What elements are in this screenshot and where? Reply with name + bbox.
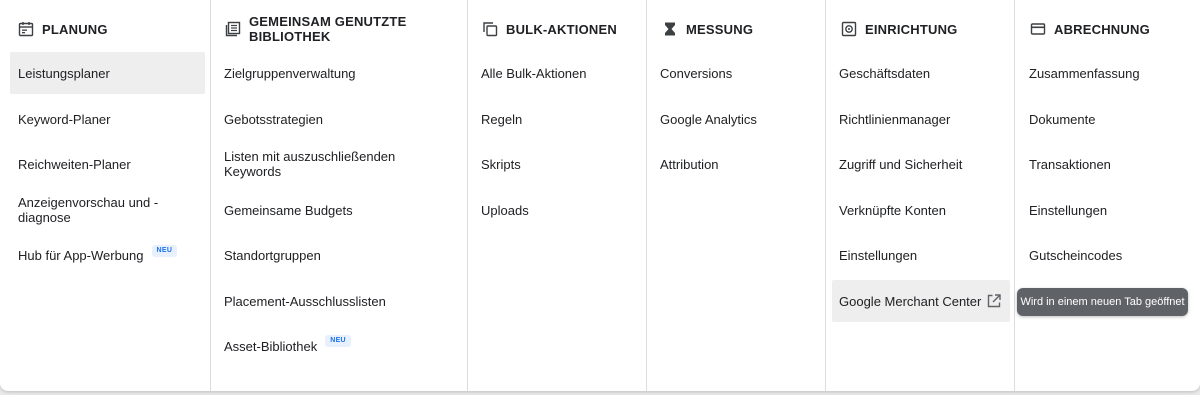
menu-item-label: Gutscheincodes — [1029, 247, 1123, 263]
menu-item-transaktionen[interactable]: Transaktionen — [1021, 143, 1197, 185]
menu-item-zugriff-sicherheit[interactable]: Zugriff und Sicherheit — [832, 143, 1010, 185]
column-title: GEMEINSAM GENUTZTE BIBLIOTHEK — [249, 14, 407, 44]
column-header-bibliothek: GEMEINSAM GENUTZTE BIBLIOTHEK — [225, 14, 468, 44]
menu-item-label: Skripts — [481, 156, 521, 172]
menu-item-geschaeftsdaten[interactable]: Geschäftsdaten — [832, 52, 1010, 94]
menu-item-regeln[interactable]: Regeln — [473, 98, 643, 140]
open-in-new-icon — [987, 294, 1001, 308]
column-planung: PLANUNG Leistungsplaner Keyword-Planer R… — [0, 0, 210, 391]
menu-item-standortgruppen[interactable]: Standortgruppen — [216, 234, 461, 276]
menu-item-placement-ausschlusslisten[interactable]: Placement-Ausschlusslisten — [216, 280, 461, 322]
menu-item-label: Zielgruppenverwaltung — [224, 65, 356, 81]
open-in-new-tab-tooltip: Wird in einem neuen Tab geöffnet — [1017, 288, 1188, 316]
menu-item-verknuepfte-konten[interactable]: Verknüpfte Konten — [832, 189, 1010, 231]
menu-item-label: Google Merchant Center — [839, 293, 982, 309]
menu-item-dokumente[interactable]: Dokumente — [1021, 98, 1197, 140]
menu-item-label: Gemeinsame Budgets — [224, 202, 353, 218]
menu-item-einstellungen-abrechnung[interactable]: Einstellungen — [1021, 189, 1197, 231]
settings-icon — [841, 21, 857, 37]
column-header-messung: MESSUNG — [662, 18, 753, 40]
menu-item-label: Leistungsplaner — [18, 65, 110, 81]
tools-menu-panel: PLANUNG Leistungsplaner Keyword-Planer R… — [0, 0, 1200, 391]
menu-item-label: Regeln — [481, 111, 523, 127]
credit-card-icon — [1030, 23, 1046, 35]
menu-item-label: Reichweiten-Planer — [18, 156, 131, 172]
menu-item-label: Dokumente — [1029, 111, 1096, 127]
menu-item-anzeigenvorschau[interactable]: Anzeigenvorschau und -diagnose — [10, 189, 205, 231]
menu-item-attribution[interactable]: Attribution — [652, 143, 822, 185]
column-abrechnung: ABRECHNUNG Zusammenfassung Dokumente Tra… — [1014, 0, 1200, 391]
menu-item-einstellungen-einrichtung[interactable]: Einstellungen — [832, 234, 1010, 276]
menu-item-hub-app-werbung[interactable]: Hub für App-Werbung NEU — [10, 234, 205, 276]
column-bulk-aktionen: BULK-AKTIONEN Alle Bulk-Aktionen Regeln … — [467, 0, 647, 391]
menu-item-label: Asset-Bibliothek — [224, 338, 318, 354]
library-icon — [225, 21, 241, 37]
new-badge: NEU — [151, 245, 178, 257]
menu-item-google-merchant-center[interactable]: Google Merchant Center — [832, 280, 1010, 322]
menu-item-label: Conversions — [660, 65, 733, 81]
menu-item-label: Alle Bulk-Aktionen — [481, 65, 587, 81]
menu-item-keyword-planer[interactable]: Keyword-Planer — [10, 98, 205, 140]
menu-item-skripts[interactable]: Skripts — [473, 143, 643, 185]
calendar-icon — [18, 22, 34, 37]
column-title: EINRICHTUNG — [865, 21, 958, 37]
column-header-einrichtung: EINRICHTUNG — [841, 18, 957, 40]
menu-item-label: Attribution — [660, 156, 719, 172]
menu-item-reichweiten-planer[interactable]: Reichweiten-Planer — [10, 143, 205, 185]
menu-item-leistungsplaner[interactable]: Leistungsplaner — [10, 52, 205, 94]
column-title: MESSUNG — [686, 21, 754, 37]
menu-item-label: Uploads — [481, 202, 529, 218]
menu-item-asset-bibliothek[interactable]: Asset-Bibliothek NEU — [216, 325, 461, 367]
column-title: BULK-AKTIONEN — [506, 21, 617, 37]
menu-item-alle-bulk-aktionen[interactable]: Alle Bulk-Aktionen — [473, 52, 643, 94]
menu-item-uploads[interactable]: Uploads — [473, 189, 643, 231]
menu-item-label: Einstellungen — [839, 247, 918, 263]
menu-item-label: Transaktionen — [1029, 156, 1111, 172]
column-title: ABRECHNUNG — [1054, 21, 1150, 37]
menu-item-ausschluss-keywords[interactable]: Listen mit auszuschließenden Keywords — [216, 143, 461, 185]
menu-item-label: Listen mit auszuschließenden Keywords — [224, 149, 396, 179]
menu-item-label: Verknüpfte Konten — [839, 202, 946, 218]
menu-item-conversions[interactable]: Conversions — [652, 52, 822, 94]
menu-item-label: Keyword-Planer — [18, 111, 111, 127]
menu-item-richtlinienmanager[interactable]: Richtlinienmanager — [832, 98, 1010, 140]
menu-item-label: Zusammenfassung — [1029, 65, 1140, 81]
column-header-planung: PLANUNG — [18, 18, 108, 40]
menu-item-gebotsstrategien[interactable]: Gebotsstrategien — [216, 98, 461, 140]
menu-item-zusammenfassung[interactable]: Zusammenfassung — [1021, 52, 1197, 94]
menu-item-label: Standortgruppen — [224, 247, 321, 263]
column-title: PLANUNG — [42, 21, 108, 37]
menu-item-label: Placement-Ausschlusslisten — [224, 293, 386, 309]
menu-item-label: Google Analytics — [660, 111, 757, 127]
column-bibliothek: GEMEINSAM GENUTZTE BIBLIOTHEK Zielgruppe… — [210, 0, 468, 391]
menu-item-label: Einstellungen — [1029, 202, 1108, 218]
menu-item-label: Anzeigenvorschau und -diagnose — [18, 195, 159, 225]
column-messung: MESSUNG Conversions Google Analytics Att… — [646, 0, 826, 391]
column-header-bulk-aktionen: BULK-AKTIONEN — [482, 18, 617, 40]
column-einrichtung: EINRICHTUNG Geschäftsdaten Richtlinienma… — [825, 0, 1015, 391]
copy-icon — [483, 22, 498, 37]
menu-item-zielgruppenverwaltung[interactable]: Zielgruppenverwaltung — [216, 52, 461, 94]
hourglass-icon — [665, 22, 675, 36]
menu-item-gutscheincodes[interactable]: Gutscheincodes — [1021, 234, 1197, 276]
menu-item-label: Richtlinienmanager — [839, 111, 951, 127]
column-header-abrechnung: ABRECHNUNG — [1030, 18, 1150, 40]
menu-item-label: Hub für App-Werbung — [18, 247, 144, 263]
menu-item-gemeinsame-budgets[interactable]: Gemeinsame Budgets — [216, 189, 461, 231]
new-badge: NEU — [325, 335, 351, 347]
menu-item-label: Geschäftsdaten — [839, 65, 931, 81]
menu-item-label: Zugriff und Sicherheit — [839, 156, 963, 172]
menu-item-label: Gebotsstrategien — [224, 111, 324, 127]
menu-item-google-analytics[interactable]: Google Analytics — [652, 98, 822, 140]
